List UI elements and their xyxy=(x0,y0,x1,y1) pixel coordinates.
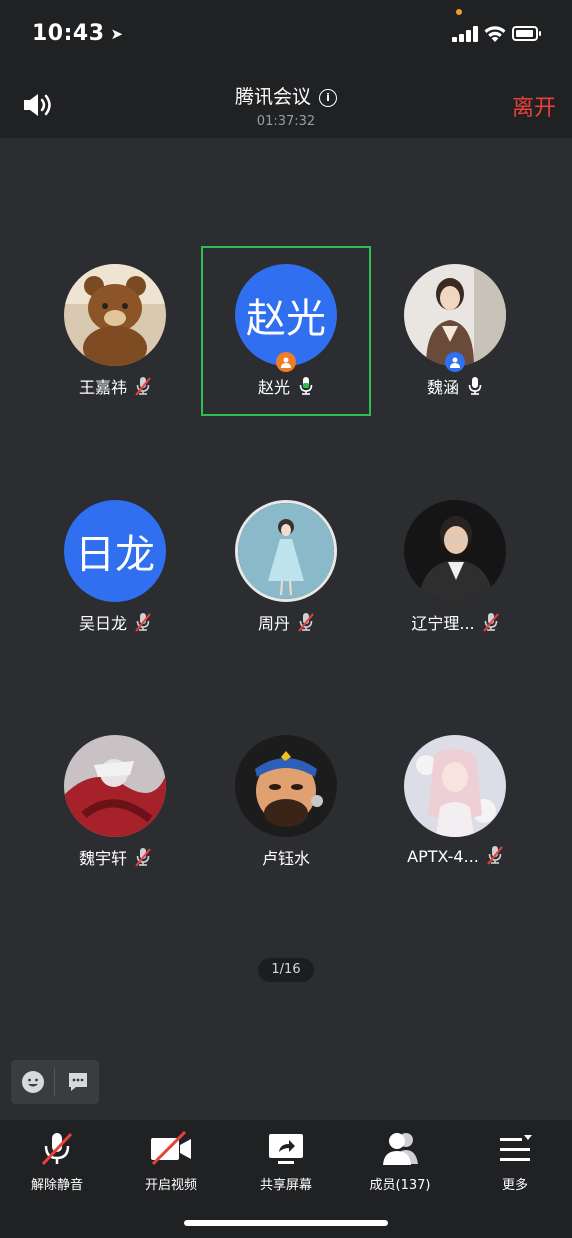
mic-muted-icon xyxy=(135,613,151,632)
meeting-title: 腾讯会议 xyxy=(234,86,311,108)
participant-avatar xyxy=(64,264,166,366)
participant-name-row: 魏涵 xyxy=(370,374,540,398)
man-avatar-icon xyxy=(404,500,506,602)
more-label: 更多 xyxy=(501,1178,528,1193)
participant-name: 魏宇轩 xyxy=(78,849,127,868)
members-label: 成员(137) xyxy=(369,1178,431,1193)
mic-on-icon xyxy=(468,377,482,395)
status-bar: 10:43 ➤ xyxy=(0,0,572,64)
participant-tile[interactable]: 周丹 xyxy=(201,484,371,654)
wifi-icon xyxy=(484,26,506,42)
participant-name: 魏涵 xyxy=(426,378,459,397)
share-screen-icon xyxy=(269,1134,303,1164)
participant-avatar xyxy=(235,500,337,602)
members-icon xyxy=(383,1133,418,1165)
video-off-icon xyxy=(151,1130,191,1166)
host-badge-icon xyxy=(276,352,296,372)
mic-muted-icon xyxy=(487,846,503,865)
participant-tile-speaking[interactable]: 赵光 赵光 xyxy=(201,246,371,416)
bear-avatar-icon xyxy=(64,264,166,366)
participant-avatar xyxy=(404,500,506,602)
participant-name: APTX-4... xyxy=(407,847,479,866)
unmute-label: 解除静音 xyxy=(30,1178,83,1193)
chat-icon[interactable] xyxy=(66,1070,90,1094)
participant-name-row: APTX-4... xyxy=(370,845,540,866)
mic-muted-icon xyxy=(135,848,151,867)
share-screen-label: 共享屏幕 xyxy=(259,1178,312,1193)
camera-in-use-indicator xyxy=(456,9,462,15)
participant-name-row: 周丹 xyxy=(201,610,371,634)
participant-name: 赵光 xyxy=(257,378,290,397)
girl-illustration-icon xyxy=(238,503,334,599)
participant-name-row: 吴日龙 xyxy=(30,610,200,634)
participant-name-row: 卢钰水 xyxy=(201,845,371,869)
unmute-button[interactable]: 解除静音 xyxy=(0,1128,114,1200)
participant-avatar: 日龙 xyxy=(64,500,166,602)
mic-muted-icon xyxy=(41,1132,73,1166)
cellular-signal-icon xyxy=(452,26,480,42)
participant-tile[interactable]: 魏涵 xyxy=(370,248,540,418)
mic-muted-icon xyxy=(482,613,499,632)
participant-tile[interactable]: 卢钰水 xyxy=(201,719,371,889)
info-icon[interactable]: i xyxy=(319,89,337,107)
meeting-duration: 01:37:32 xyxy=(256,114,316,129)
participant-name: 周丹 xyxy=(257,614,290,633)
share-screen-button[interactable]: 共享屏幕 xyxy=(229,1128,343,1200)
battery-icon xyxy=(512,26,541,41)
person-avatar-icon xyxy=(404,264,506,366)
mic-muted-icon xyxy=(135,377,151,396)
participant-avatar xyxy=(404,264,506,366)
participant-avatar xyxy=(235,735,337,837)
anime-avatar-icon xyxy=(64,735,166,837)
start-video-button[interactable]: 开启视频 xyxy=(114,1128,228,1200)
more-menu-icon xyxy=(500,1135,532,1161)
emoji-icon[interactable] xyxy=(21,1070,45,1094)
participant-avatar: 赵光 xyxy=(235,264,337,366)
page-indicator[interactable]: 1/16 xyxy=(258,958,314,982)
participant-name-row: 王嘉祎 xyxy=(30,374,200,398)
leave-button[interactable]: 离开 xyxy=(512,90,556,122)
start-video-label: 开启视频 xyxy=(144,1178,197,1193)
participant-name-row: 辽宁理... xyxy=(370,610,540,634)
members-button[interactable]: 成员(137) xyxy=(343,1128,457,1200)
clock: 10:43 ➤ xyxy=(32,21,124,46)
quick-actions-bar xyxy=(11,1060,99,1104)
participant-tile[interactable]: APTX-4... xyxy=(370,719,540,889)
cartoon-man-avatar-icon xyxy=(235,735,337,837)
participant-avatar xyxy=(64,735,166,837)
location-arrow-icon: ➤ xyxy=(110,25,124,43)
meeting-header: 腾讯会议 i 01:37:32 离开 xyxy=(0,64,572,138)
home-indicator[interactable] xyxy=(184,1220,388,1226)
participant-avatar xyxy=(404,735,506,837)
participant-name: 吴日龙 xyxy=(78,614,127,633)
participant-name-row: 赵光 xyxy=(203,374,369,398)
participant-tile[interactable]: 辽宁理... xyxy=(370,484,540,654)
participant-name: 卢钰水 xyxy=(261,849,310,868)
participant-name: 王嘉祎 xyxy=(78,378,127,397)
more-button[interactable]: 更多 xyxy=(458,1128,572,1200)
mic-muted-icon xyxy=(298,613,314,632)
anime-girl-avatar-icon xyxy=(404,735,506,837)
mic-active-icon xyxy=(299,377,313,395)
participant-tile[interactable]: 王嘉祎 xyxy=(30,248,200,418)
participant-name: 辽宁理... xyxy=(411,614,475,633)
divider xyxy=(54,1068,55,1096)
participant-name-row: 魏宇轩 xyxy=(30,845,200,869)
cohost-badge-icon xyxy=(445,352,465,372)
participant-tile[interactable]: 魏宇轩 xyxy=(30,719,200,889)
meeting-title-wrap: 腾讯会议 i xyxy=(0,82,572,109)
participant-tile[interactable]: 日龙 吴日龙 xyxy=(30,484,200,654)
